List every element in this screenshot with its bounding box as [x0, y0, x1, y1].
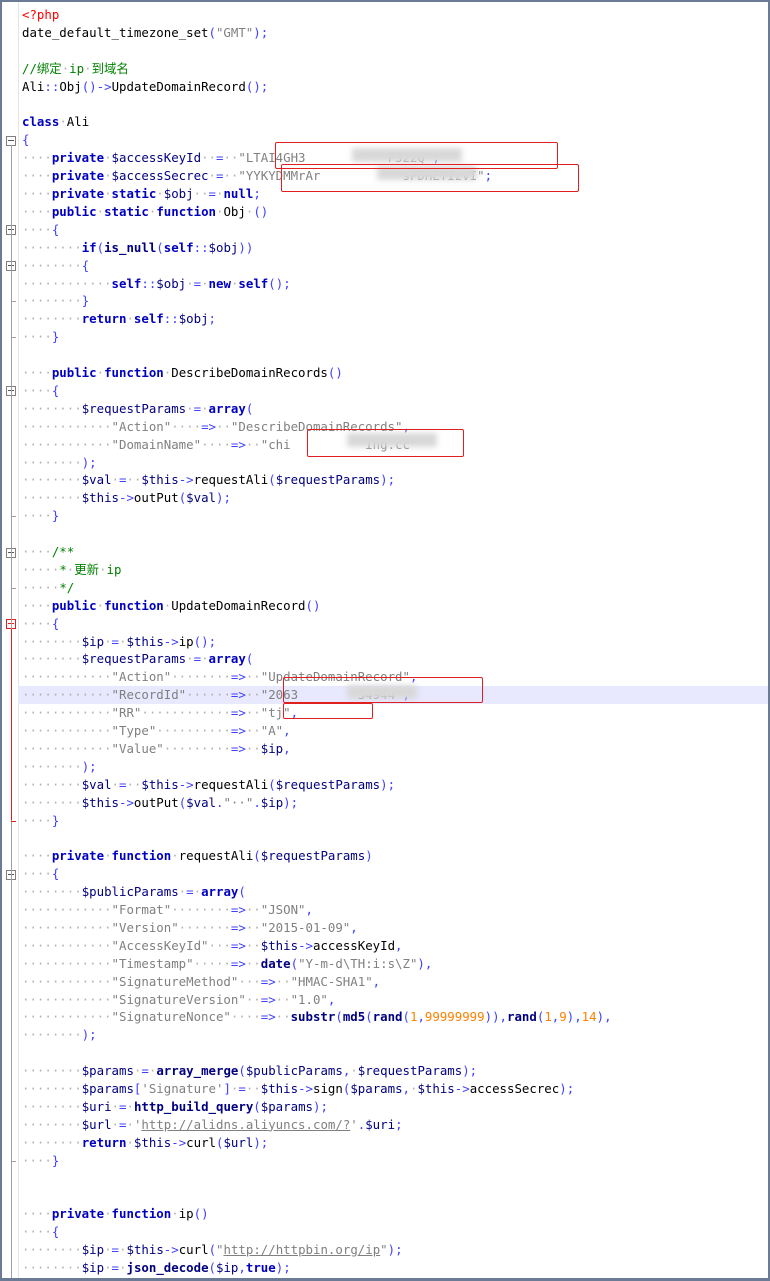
code-line[interactable]: ········$requestParams·=·array(: [22, 400, 253, 418]
code-line[interactable]: ········$url·=·'http://alidns.aliyuncs.c…: [22, 1116, 403, 1134]
code-line[interactable]: ·····*/: [22, 579, 74, 597]
code-line[interactable]: ············"AccessKeyId"···=>··$this->a…: [22, 937, 403, 955]
fold-gutter: [2, 2, 19, 1278]
code-line[interactable]: ········);: [22, 454, 97, 472]
code-line[interactable]: ············"SignatureVersion"··=>··"1.0…: [22, 991, 335, 1009]
code-line[interactable]: <?php: [22, 6, 59, 24]
fold-end-tick: [11, 516, 16, 518]
fold-end-tick: [11, 587, 16, 589]
code-editor[interactable]: <?php date_default_timezone_set("GMT"); //…: [0, 0, 770, 1281]
code-line[interactable]: ····}: [22, 507, 59, 525]
fold-end-tick: [11, 301, 16, 303]
code-line[interactable]: ····{: [22, 615, 59, 633]
code-line[interactable]: {: [22, 131, 29, 149]
fold-guide-line: [11, 628, 12, 821]
code-line[interactable]: ············"RR"············=>··"tj",: [22, 704, 298, 722]
code-line[interactable]: ············"Format"········=>··"JSON",: [22, 901, 313, 919]
code-line[interactable]: ····}: [22, 812, 59, 830]
code-line[interactable]: ············"Timestamp"·····=>··date("Y-…: [22, 955, 432, 973]
code-line[interactable]: ····}: [22, 1152, 59, 1170]
fold-end-tick: [11, 1160, 16, 1162]
code-line[interactable]: ····private·static·$obj··=·null;: [22, 185, 261, 203]
code-line[interactable]: ············"SignatureMethod"···=>··"HMA…: [22, 973, 380, 991]
code-line[interactable]: ·····*·更新·ip: [22, 561, 121, 579]
code-line[interactable]: ····{: [22, 865, 59, 883]
code-line[interactable]: ········return·self::$obj;: [22, 310, 216, 328]
code-line[interactable]: ········$requestParams·=·array(: [22, 650, 253, 668]
code-line[interactable]: ········);: [22, 758, 97, 776]
code-line[interactable]: ····private·function·ip(): [22, 1205, 209, 1223]
code-line[interactable]: ········$ip·=·$this->curl("http://httpbi…: [22, 1241, 403, 1259]
fold-toggle-icon[interactable]: [6, 135, 16, 146]
code-line[interactable]: ········return·$this->curl($url);: [22, 1134, 268, 1152]
code-line[interactable]: ····public·function·UpdateDomainRecord(): [22, 597, 320, 615]
code-line[interactable]: ············"Type"··········=>··"A",: [22, 722, 291, 740]
code-line[interactable]: ········$params·=·array_merge($publicPar…: [22, 1062, 477, 1080]
code-line[interactable]: ············self::$obj·=·new·self();: [22, 275, 291, 293]
fold-end-tick: [11, 337, 16, 339]
code-line[interactable]: ············"Value"·········=>··$ip,: [22, 740, 291, 758]
code-line[interactable]: class·Ali: [22, 113, 89, 131]
code-line[interactable]: date_default_timezone_set("GMT");: [22, 24, 268, 42]
code-line[interactable]: ········}: [22, 292, 89, 310]
code-line[interactable]: ········$params['Signature']·=··$this->s…: [22, 1080, 574, 1098]
code-line[interactable]: ····/**: [22, 543, 74, 561]
code-line[interactable]: //绑定·ip·到域名: [22, 60, 129, 78]
code-line[interactable]: ········$ip·=·json_decode($ip,true);: [22, 1259, 291, 1277]
code-line[interactable]: ········$this->outPut($val."··".$ip);: [22, 794, 298, 812]
code-line[interactable]: ············"Version"·······=>··"2015-01…: [22, 919, 358, 937]
code-line[interactable]: ········{: [22, 257, 89, 275]
code-line[interactable]: ········$publicParams·=·array(: [22, 883, 246, 901]
code-line[interactable]: ········);: [22, 1026, 97, 1044]
highlight-box: [307, 429, 464, 457]
code-line[interactable]: Ali::Obj()->UpdateDomainRecord();: [22, 78, 268, 96]
code-line[interactable]: ····public·static·function·Obj·(): [22, 203, 268, 221]
highlight-box: [283, 677, 483, 703]
code-line[interactable]: ····private·function·requestAli($request…: [22, 847, 373, 865]
code-line[interactable]: ········$val·=··$this->requestAli($reque…: [22, 471, 395, 489]
code-line[interactable]: ····}: [22, 328, 59, 346]
fold-end-tick: [11, 820, 16, 822]
code-line[interactable]: ········if(is_null(self::$obj)): [22, 239, 253, 257]
code-line[interactable]: ········$val·=··$this->requestAli($reque…: [22, 776, 395, 794]
code-line[interactable]: ····public·function·DescribeDomainRecord…: [22, 364, 343, 382]
code-line[interactable]: ········$ip·=·$this->ip();: [22, 633, 216, 651]
code-line[interactable]: ····{: [22, 1223, 59, 1241]
highlight-box: [281, 164, 579, 192]
code-line[interactable]: ········$this->outPut($val);: [22, 489, 231, 507]
code-line[interactable]: ············"SignatureNonce"····=>··subs…: [22, 1008, 612, 1026]
code-line[interactable]: ····{: [22, 221, 59, 239]
highlight-box: [283, 703, 373, 719]
code-line[interactable]: ········$uri·=·http_build_query($params)…: [22, 1098, 328, 1116]
code-line[interactable]: ····{: [22, 382, 59, 400]
